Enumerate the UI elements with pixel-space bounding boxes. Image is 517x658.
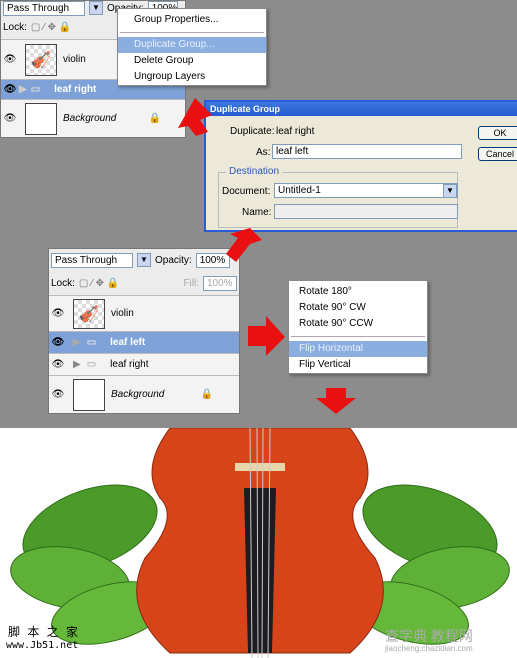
watermark-right-cn: 查字典 教程网 — [385, 628, 473, 644]
result-photo: 脚 本 之 家 www.Jb51.net 查字典 教程网 jiaocheng.c… — [0, 428, 517, 658]
arrow-icon — [178, 98, 212, 136]
arrow-icon — [248, 316, 285, 356]
violin-fingerboard — [244, 488, 276, 653]
watermark-left-cn: 脚 本 之 家 — [8, 625, 81, 639]
watermark-left-url: www.Jb51.net — [6, 640, 79, 651]
arrows-layer — [178, 98, 356, 414]
violin-bridge — [235, 463, 285, 471]
arrow-icon — [316, 388, 356, 414]
watermark-right-url: jiaocheng.chazidian.com — [385, 644, 473, 653]
arrow-icon — [226, 228, 262, 262]
